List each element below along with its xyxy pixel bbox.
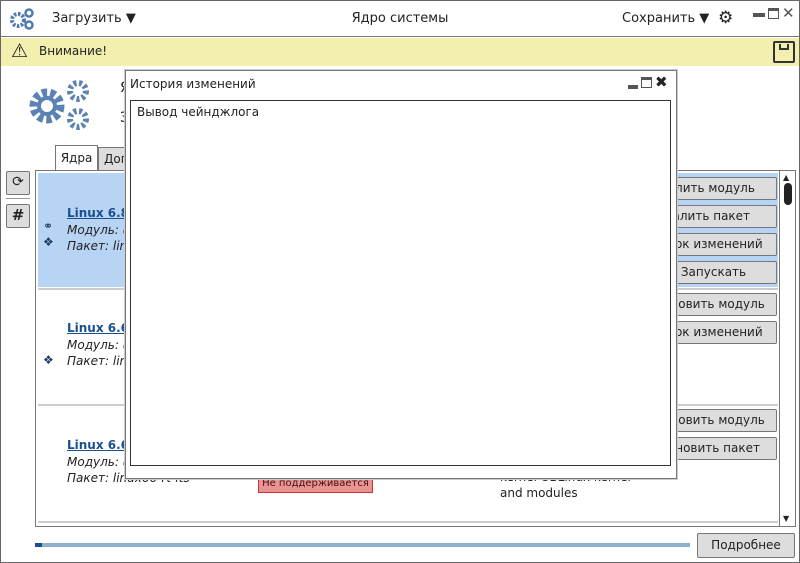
progress-fill <box>35 543 42 547</box>
save-menu[interactable]: Сохранить ▼ <box>622 11 709 26</box>
app-logo-gears-icon <box>29 80 89 130</box>
terminal-button[interactable]: # <box>6 204 30 228</box>
maximize-icon[interactable] <box>768 8 779 19</box>
dialog-title: История изменений <box>130 77 256 91</box>
kernel-title[interactable]: Linux 6.6. <box>67 438 134 452</box>
minimize-icon[interactable] <box>628 85 638 89</box>
warning-text: Внимание! <box>39 44 108 58</box>
save-label: Сохранить <box>622 11 696 26</box>
minimize-icon[interactable] <box>753 13 765 17</box>
kernel-package: Пакет: lin <box>67 354 128 368</box>
kernel-title[interactable]: Linux 6.6. <box>67 321 134 335</box>
kernel-module: Модуль: u <box>67 223 131 237</box>
title-bar: Загрузить ▼ Ядро системы Сохранить ▼ ⚙ ✕ <box>1 1 799 37</box>
tab-kernels[interactable]: Ядра <box>55 145 98 171</box>
chevron-down-icon: ▼ <box>125 11 136 26</box>
kernel-module: Модуль: u <box>67 455 131 469</box>
app-gears-icon <box>10 8 34 30</box>
save-lock-icon[interactable] <box>773 41 795 63</box>
close-icon[interactable]: ✖ <box>655 73 668 91</box>
scroll-thumb[interactable] <box>784 183 792 205</box>
scrollbar[interactable]: ▲ ▼ <box>779 171 795 526</box>
changelog-output[interactable]: Вывод чейнджлога <box>130 100 671 466</box>
module-icon: ⚭ <box>43 219 54 233</box>
package-icon: ❖ <box>43 235 54 249</box>
refresh-icon: ⟳ <box>12 174 24 190</box>
progress-bar <box>35 543 690 547</box>
warning-icon: ⚠ <box>11 40 29 62</box>
load-label: Загрузить <box>52 11 122 26</box>
package-icon: ❖ <box>43 353 54 367</box>
changelog-text: Вывод чейнджлога <box>137 105 260 119</box>
scroll-down-icon[interactable]: ▼ <box>783 514 789 523</box>
kernel-package: Пакет: lin <box>67 239 128 253</box>
kernel-module: Модуль: u <box>67 338 131 352</box>
kernel-title[interactable]: Linux 6.8. <box>67 206 134 220</box>
details-button[interactable]: Подробнее <box>697 533 795 558</box>
changelog-dialog: История изменений ✖ Вывод чейнджлога <box>125 70 677 479</box>
load-menu[interactable]: Загрузить ▼ <box>52 11 136 26</box>
scroll-up-icon[interactable]: ▲ <box>783 173 789 182</box>
warning-bar: ⚠ Внимание! <box>1 38 799 66</box>
divider <box>6 198 30 199</box>
refresh-button[interactable]: ⟳ <box>6 171 30 195</box>
hash-icon: # <box>11 206 25 224</box>
maximize-icon[interactable] <box>641 77 652 88</box>
gear-icon[interactable]: ⚙ <box>718 8 733 28</box>
chevron-down-icon: ▼ <box>699 11 710 26</box>
close-icon[interactable]: ✕ <box>782 4 795 22</box>
divider <box>38 521 778 523</box>
